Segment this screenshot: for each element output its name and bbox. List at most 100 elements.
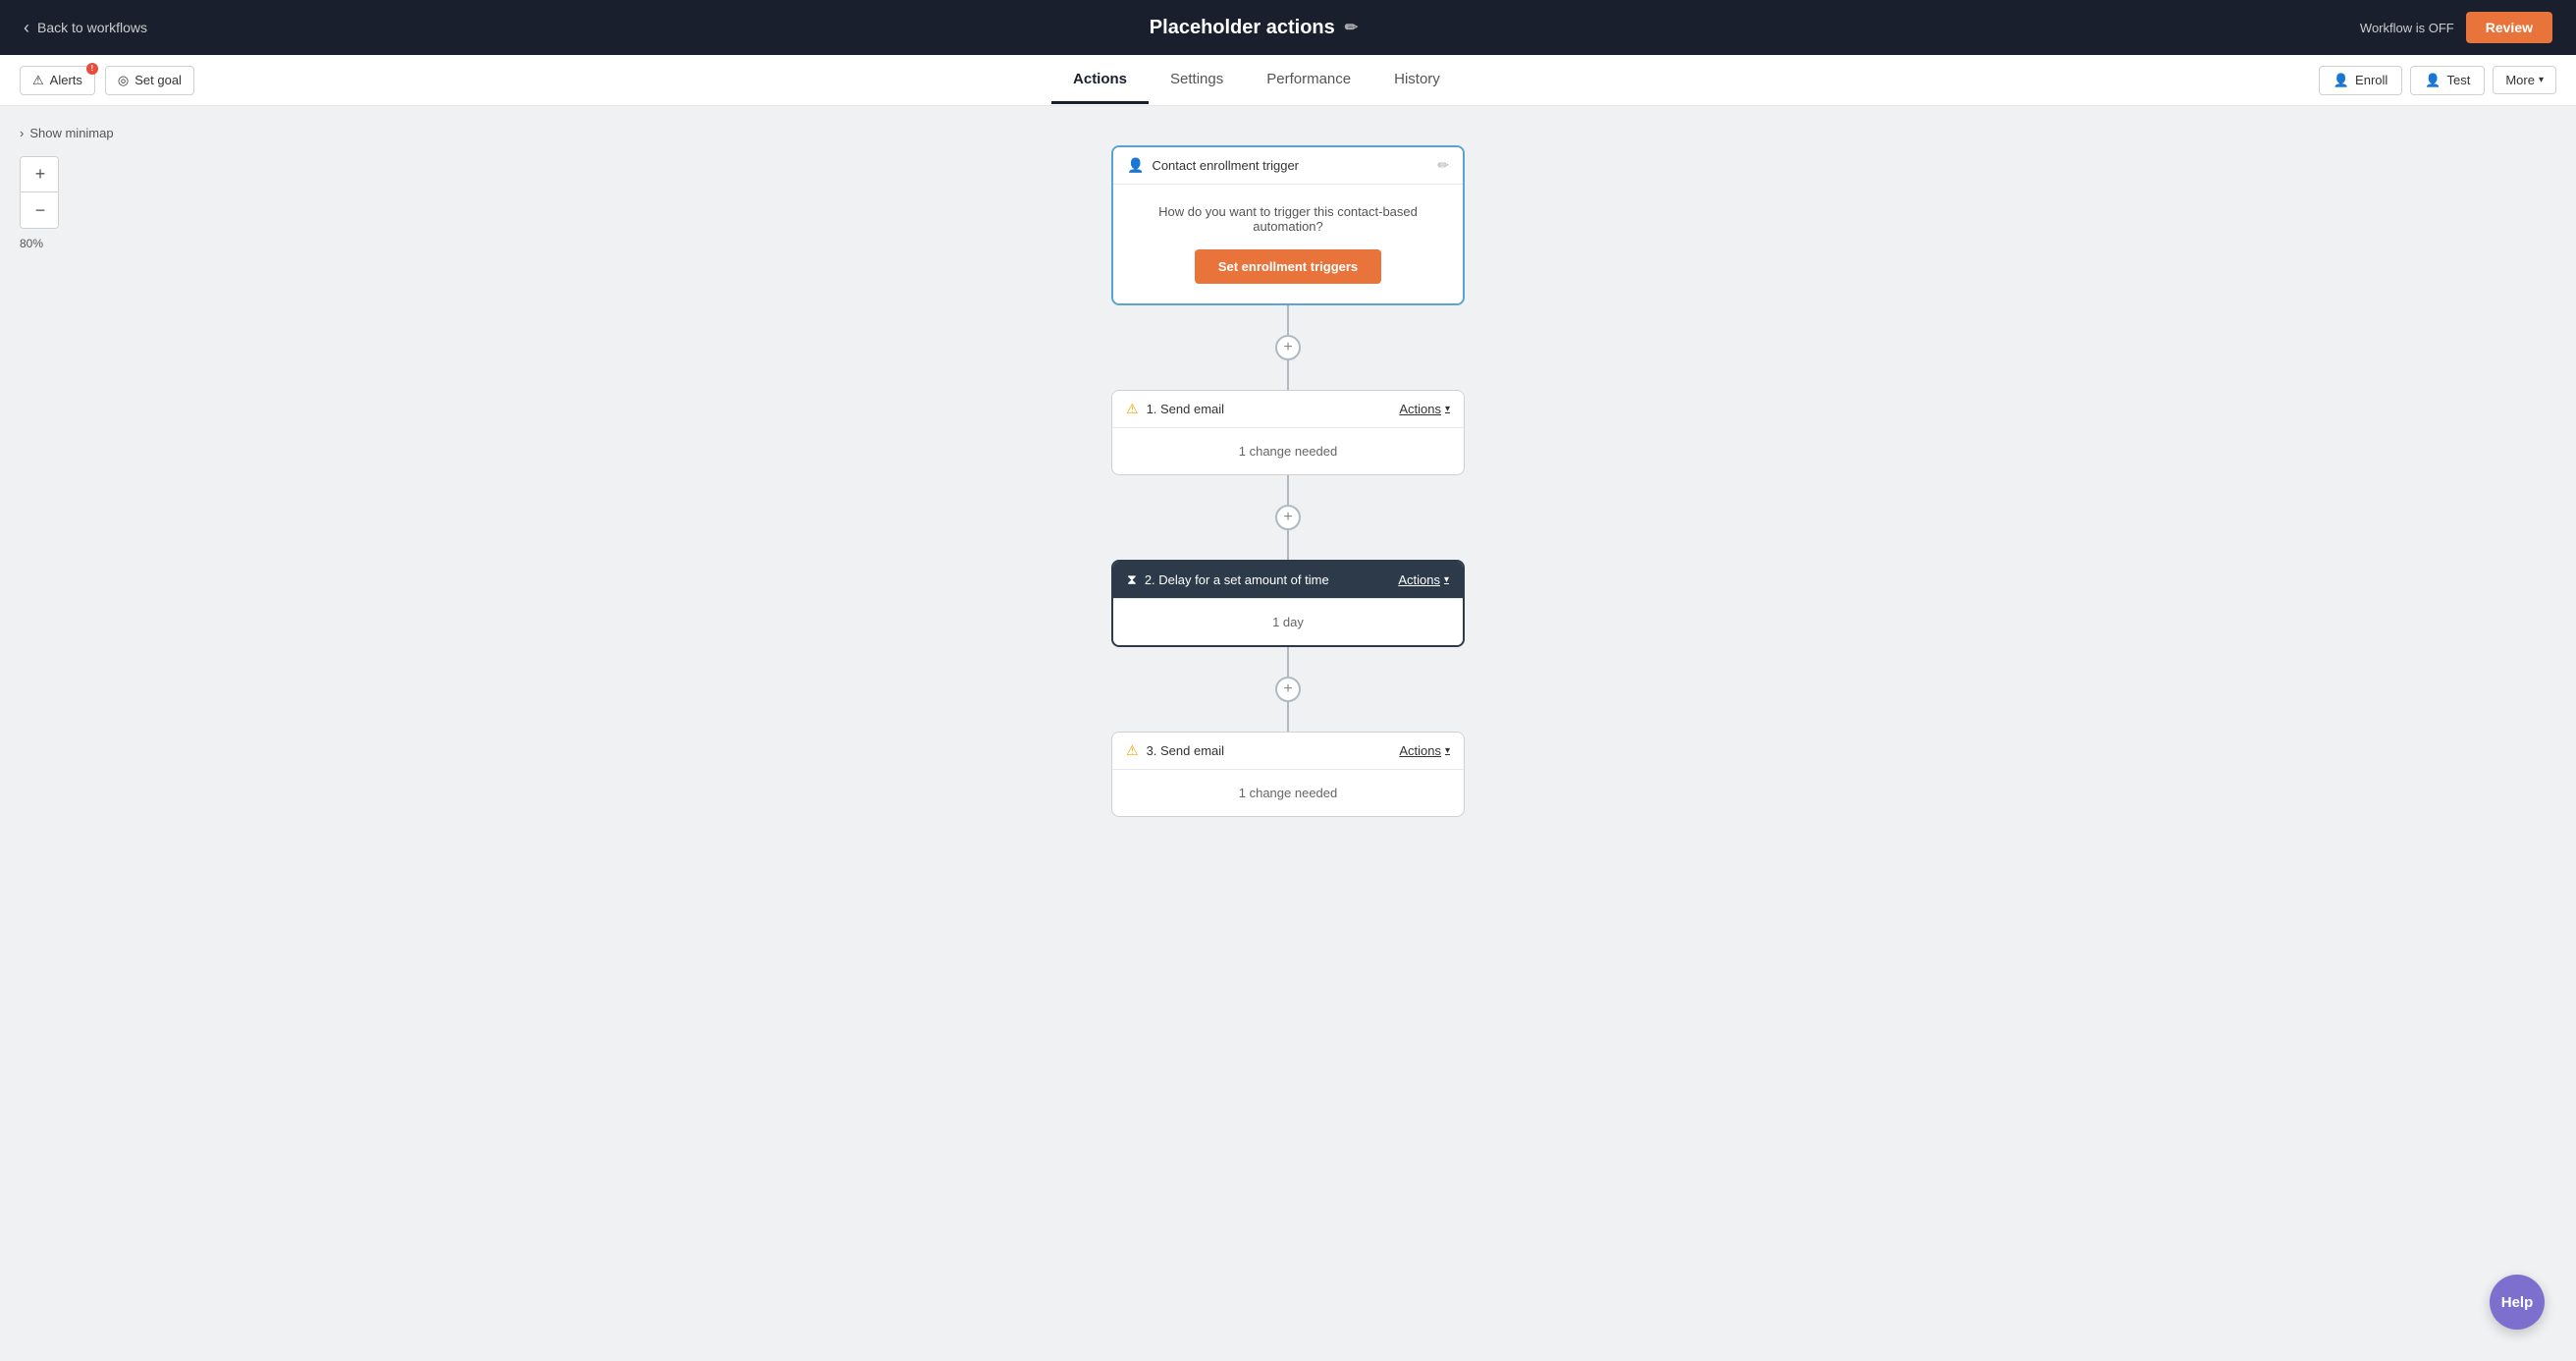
- top-bar-right: Workflow is OFF Review: [2360, 12, 2552, 43]
- minimap-toggle[interactable]: › Show minimap: [20, 126, 114, 140]
- trigger-node: 👤 Contact enrollment trigger ✏ How do yo…: [1111, 145, 1465, 305]
- set-goal-label: Set goal: [134, 73, 182, 87]
- trigger-node-wrapper: 👤 Contact enrollment trigger ✏ How do yo…: [1111, 145, 1465, 305]
- action-node-wrapper-2: ⧗ 2. Delay for a set amount of time Acti…: [1111, 560, 1465, 647]
- workflow-status: Workflow is OFF: [2360, 21, 2454, 35]
- secondary-nav-left: ⚠ Alerts ! ◎ Set goal: [20, 66, 194, 95]
- action-node-2-body: 1 day: [1113, 599, 1463, 645]
- enroll-icon: 👤: [2334, 73, 2349, 88]
- workflow-canvas: 👤 Contact enrollment trigger ✏ How do yo…: [0, 106, 2576, 1361]
- edit-title-icon[interactable]: ✏: [1345, 18, 1358, 37]
- secondary-nav: ⚠ Alerts ! ◎ Set goal Actions Settings P…: [0, 55, 2576, 106]
- action-node-2-header: ⧗ 2. Delay for a set amount of time Acti…: [1113, 562, 1463, 599]
- trigger-node-header-left: 👤 Contact enrollment trigger: [1127, 157, 1299, 174]
- zoom-controls: + −: [20, 156, 59, 229]
- connector-line-3b: [1287, 702, 1289, 732]
- workflow-canvas-wrapper: › Show minimap + − 80% 👤 Contact enrollm…: [0, 106, 2576, 1361]
- alert-triangle-icon: ⚠: [32, 73, 44, 88]
- back-to-workflows[interactable]: ‹ Back to workflows: [24, 18, 147, 38]
- action-node-2-header-left: ⧗ 2. Delay for a set amount of time: [1127, 572, 1329, 588]
- warning-icon-3: ⚠: [1126, 742, 1139, 759]
- test-label: Test: [2446, 73, 2470, 87]
- connector-3: +: [1275, 647, 1301, 732]
- tab-history[interactable]: History: [1372, 57, 1462, 104]
- more-chevron-icon: ▾: [2539, 75, 2544, 85]
- action-node-1-body-text: 1 change needed: [1128, 444, 1448, 459]
- tab-actions[interactable]: Actions: [1051, 57, 1149, 104]
- zoom-in-button[interactable]: +: [21, 157, 59, 192]
- set-enrollment-triggers-button[interactable]: Set enrollment triggers: [1195, 249, 1381, 284]
- action-node-1-actions-button[interactable]: Actions ▾: [1399, 402, 1450, 416]
- add-action-button-2[interactable]: +: [1275, 505, 1301, 530]
- action-node-2-actions-button[interactable]: Actions ▾: [1398, 572, 1449, 587]
- tab-performance[interactable]: Performance: [1245, 57, 1372, 104]
- alert-notification-dot: !: [86, 63, 98, 75]
- warning-icon-1: ⚠: [1126, 401, 1139, 417]
- trigger-body-text: How do you want to trigger this contact-…: [1129, 204, 1447, 234]
- action-node-3-body: 1 change needed: [1112, 770, 1464, 816]
- connector-line-3: [1287, 647, 1289, 677]
- goal-icon: ◎: [118, 73, 129, 88]
- show-minimap-label: Show minimap: [29, 126, 113, 140]
- connector-line-2b: [1287, 530, 1289, 560]
- action-node-1-body: 1 change needed: [1112, 428, 1464, 474]
- action-node-2-chevron-icon: ▾: [1444, 574, 1449, 585]
- contact-trigger-icon: 👤: [1127, 157, 1144, 174]
- trigger-edit-icon[interactable]: ✏: [1437, 157, 1449, 174]
- back-label: Back to workflows: [37, 20, 147, 35]
- connector-line-1: [1287, 305, 1289, 335]
- action-node-3-chevron-icon: ▾: [1445, 745, 1450, 756]
- more-label: More: [2505, 73, 2535, 87]
- more-button[interactable]: More ▾: [2493, 66, 2556, 94]
- top-bar: ‹ Back to workflows Placeholder actions …: [0, 0, 2576, 55]
- action-node-3-actions-button[interactable]: Actions ▾: [1399, 743, 1450, 758]
- action-node-3-header: ⚠ 3. Send email Actions ▾: [1112, 733, 1464, 770]
- action-node-2: ⧗ 2. Delay for a set amount of time Acti…: [1111, 560, 1465, 647]
- connector-1: +: [1275, 305, 1301, 390]
- alerts-button[interactable]: ⚠ Alerts !: [20, 66, 95, 95]
- connector-2: +: [1275, 475, 1301, 560]
- review-button[interactable]: Review: [2466, 12, 2552, 43]
- action-node-1-actions-label: Actions: [1399, 402, 1441, 416]
- delay-icon: ⧗: [1127, 572, 1137, 588]
- action-node-3-body-text: 1 change needed: [1128, 786, 1448, 800]
- action-node-2-actions-label: Actions: [1398, 572, 1440, 587]
- enroll-label: Enroll: [2355, 73, 2388, 87]
- workflow-title: Placeholder actions: [1150, 17, 1335, 39]
- action-node-1: ⚠ 1. Send email Actions ▾ 1 change neede…: [1111, 390, 1465, 475]
- test-button[interactable]: 👤 Test: [2410, 66, 2485, 95]
- enroll-button[interactable]: 👤 Enroll: [2319, 66, 2402, 95]
- secondary-nav-right: 👤 Enroll 👤 Test More ▾: [2319, 66, 2556, 95]
- workflow-title-area: Placeholder actions ✏: [1150, 17, 1358, 39]
- action-node-1-chevron-icon: ▾: [1445, 404, 1450, 414]
- canvas-controls: › Show minimap + − 80%: [20, 126, 114, 250]
- trigger-node-header: 👤 Contact enrollment trigger ✏: [1113, 147, 1463, 185]
- test-icon: 👤: [2425, 73, 2441, 88]
- add-action-button-1[interactable]: +: [1275, 335, 1301, 360]
- action-node-1-header: ⚠ 1. Send email Actions ▾: [1112, 391, 1464, 428]
- add-action-button-3[interactable]: +: [1275, 677, 1301, 702]
- zoom-level-label: 80%: [20, 237, 114, 250]
- action-node-1-label: 1. Send email: [1147, 402, 1225, 416]
- alerts-label: Alerts: [50, 73, 82, 87]
- action-node-2-body-text: 1 day: [1129, 615, 1447, 629]
- action-node-2-label: 2. Delay for a set amount of time: [1145, 572, 1329, 587]
- action-node-wrapper-3: ⚠ 3. Send email Actions ▾ 1 change neede…: [1111, 732, 1465, 817]
- action-node-3-actions-label: Actions: [1399, 743, 1441, 758]
- connector-line-1b: [1287, 360, 1289, 390]
- zoom-out-button[interactable]: −: [21, 192, 59, 228]
- action-node-wrapper-1: ⚠ 1. Send email Actions ▾ 1 change neede…: [1111, 390, 1465, 475]
- action-node-3-header-left: ⚠ 3. Send email: [1126, 742, 1224, 759]
- set-goal-button[interactable]: ◎ Set goal: [105, 66, 194, 95]
- trigger-header-label: Contact enrollment trigger: [1152, 158, 1299, 173]
- action-node-3-label: 3. Send email: [1147, 743, 1225, 758]
- action-node-3: ⚠ 3. Send email Actions ▾ 1 change neede…: [1111, 732, 1465, 817]
- help-button[interactable]: Help: [2490, 1275, 2545, 1330]
- connector-line-2: [1287, 475, 1289, 505]
- tab-settings[interactable]: Settings: [1149, 57, 1245, 104]
- chevron-right-icon: ›: [20, 126, 24, 140]
- nav-tabs: Actions Settings Performance History: [1051, 57, 1462, 104]
- trigger-node-body: How do you want to trigger this contact-…: [1113, 185, 1463, 303]
- back-arrow-icon: ‹: [24, 18, 29, 38]
- action-node-1-header-left: ⚠ 1. Send email: [1126, 401, 1224, 417]
